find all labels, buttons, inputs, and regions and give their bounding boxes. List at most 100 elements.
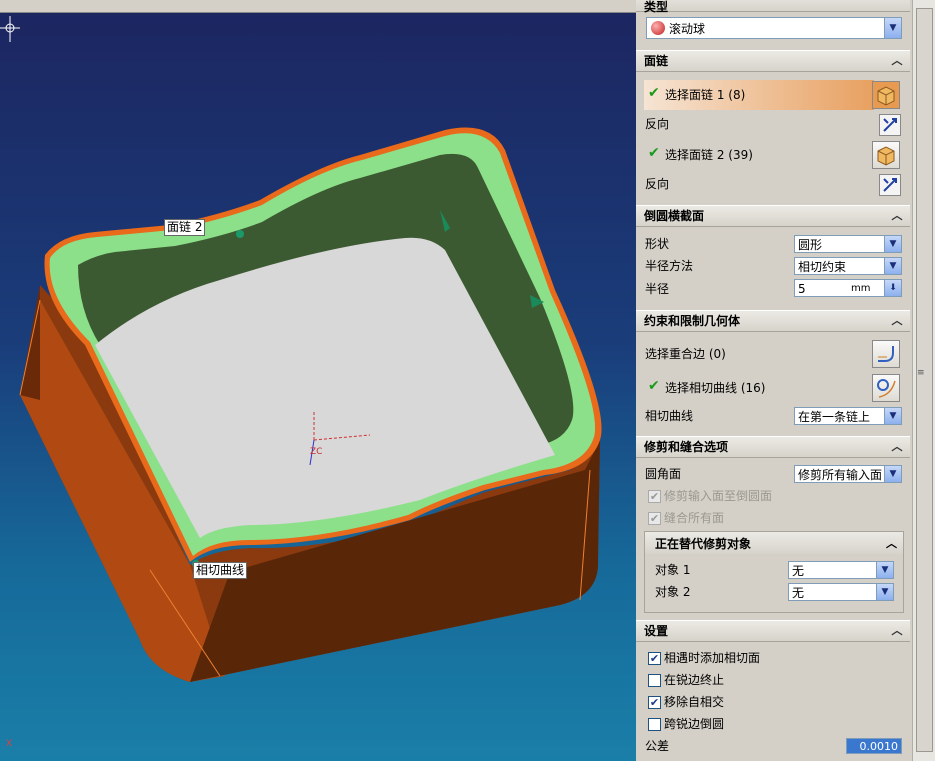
- callout-face-chain-2: 面链 2: [164, 219, 206, 236]
- reverse-1-label: 反向: [645, 117, 670, 131]
- stop-sharp-label: 在锐边终止: [664, 673, 725, 687]
- shape-combo[interactable]: 圆形 ▼: [794, 235, 902, 253]
- section-settings[interactable]: 设置 ︿: [636, 620, 910, 642]
- fillet-face-value: 修剪所有输入面: [798, 468, 883, 482]
- radius-method-value: 相切约束: [798, 260, 847, 274]
- section-type[interactable]: 类型: [636, 0, 910, 14]
- override-trim-group: 正在替代修剪对象 ︿ 对象 1 无 ▼ 对象 2 无 ▼: [644, 531, 904, 613]
- section-constraints-title: 约束和限制几何体: [644, 314, 741, 328]
- model-render[interactable]: ZC X: [0, 0, 636, 761]
- object-1-value: 无: [792, 564, 805, 578]
- tangent-curve-label: 相切曲线: [645, 409, 694, 423]
- callout-tangent-curve: 相切曲线: [193, 562, 248, 579]
- reverse-2-label: 反向: [645, 177, 670, 191]
- panel-scrollbar[interactable]: ≡: [912, 0, 935, 761]
- face-select-button-1[interactable]: [872, 81, 900, 109]
- rolling-ball-icon: [651, 21, 665, 35]
- orientation-cross: [0, 16, 20, 42]
- section-face-chain[interactable]: 面链 ︿: [636, 50, 910, 72]
- tangent-curve-combo[interactable]: 在第一条链上 ▼: [794, 407, 902, 425]
- collapse-icon[interactable]: ︿: [888, 313, 906, 329]
- tolerance-label: 公差: [645, 739, 670, 753]
- reverse-direction-button-1[interactable]: [879, 114, 901, 136]
- type-value: 滚动球: [669, 22, 706, 36]
- collapse-icon[interactable]: ︿: [886, 535, 897, 551]
- chevron-down-icon[interactable]: ▼: [876, 584, 893, 600]
- remove-self-intersect-label: 移除自相交: [664, 695, 725, 709]
- chevron-down-icon[interactable]: ▼: [884, 236, 901, 252]
- arrow-down-icon[interactable]: ⬇: [884, 280, 901, 296]
- collapse-icon[interactable]: ︿: [888, 439, 906, 455]
- remove-self-intersect-checkbox[interactable]: ✔: [648, 696, 661, 709]
- chevron-down-icon[interactable]: ▼: [876, 562, 893, 578]
- stitch-all-label: 缝合所有面: [664, 511, 725, 525]
- chevron-down-icon[interactable]: ▼: [884, 258, 901, 274]
- add-tangent-checkbox[interactable]: ✔: [648, 652, 661, 665]
- object-1-label: 对象 1: [655, 563, 691, 577]
- section-settings-title: 设置: [644, 624, 669, 638]
- type-combo[interactable]: 滚动球 ▼: [646, 17, 902, 39]
- tangent-curve-button[interactable]: [872, 374, 900, 402]
- reverse-direction-icon: [883, 118, 897, 132]
- section-face-chain-title: 面链: [644, 54, 669, 68]
- reverse-direction-button-2[interactable]: [879, 174, 901, 196]
- cube-icon: [877, 146, 895, 166]
- radius-method-combo[interactable]: 相切约束 ▼: [794, 257, 902, 275]
- cube-icon: [877, 86, 895, 106]
- checkmark-icon: ✔: [648, 145, 660, 161]
- override-trim-title: 正在替代修剪对象: [655, 537, 752, 551]
- chevron-down-icon[interactable]: ▼: [884, 18, 901, 38]
- scrollbar-thumb[interactable]: [916, 8, 933, 752]
- across-sharp-label: 跨锐边倒圆: [664, 717, 725, 731]
- section-cross-section-title: 倒圆横截面: [644, 209, 705, 223]
- trim-input-checkbox[interactable]: ✔: [648, 490, 661, 503]
- select-chain-1-highlight[interactable]: ✔ 选择面链 1 (8): [644, 80, 874, 110]
- x-axis-mark: X: [6, 739, 12, 749]
- override-trim-header[interactable]: 正在替代修剪对象 ︿: [645, 532, 903, 554]
- radius-value: 5: [798, 282, 806, 296]
- tolerance-input[interactable]: 0.0010: [846, 738, 902, 754]
- checkmark-icon: ✔: [648, 85, 660, 101]
- collapse-icon[interactable]: ︿: [888, 53, 906, 69]
- coincident-edge-label[interactable]: 选择重合边 (0): [645, 346, 726, 362]
- chain-marker: [236, 230, 244, 238]
- section-type-title: 类型: [644, 0, 669, 14]
- radius-unit: mm: [851, 283, 871, 294]
- trim-input-label: 修剪输入面至倒圆面: [664, 489, 773, 503]
- section-cross-section[interactable]: 倒圆横截面 ︿: [636, 205, 910, 227]
- edge-select-icon: [878, 346, 894, 362]
- section-trim-stitch[interactable]: 修剪和缝合选项 ︿: [636, 436, 910, 458]
- shape-label: 形状: [645, 237, 670, 251]
- tangent-curve-value: 在第一条链上: [798, 410, 871, 424]
- stitch-all-checkbox[interactable]: ✔: [648, 512, 661, 525]
- stop-sharp-checkbox[interactable]: [648, 674, 661, 687]
- fillet-face-label: 圆角面: [645, 467, 682, 481]
- checkmark-icon: ✔: [648, 378, 660, 394]
- tangent-curve-select-label[interactable]: 选择相切曲线 (16): [665, 380, 765, 396]
- radius-label: 半径: [645, 282, 670, 296]
- chevron-down-icon[interactable]: ▼: [884, 466, 901, 482]
- collapse-icon[interactable]: ︿: [888, 623, 906, 639]
- graphics-viewport[interactable]: ZC X 面链 2 相切曲线: [0, 0, 636, 761]
- coincident-edge-button[interactable]: [872, 340, 900, 368]
- zc-label: ZC: [310, 447, 322, 457]
- section-constraints[interactable]: 约束和限制几何体 ︿: [636, 310, 910, 332]
- select-chain-1-label: 选择面链 1 (8): [665, 88, 746, 102]
- radius-method-label: 半径方法: [645, 259, 694, 273]
- fillet-face-combo[interactable]: 修剪所有输入面 ▼: [794, 465, 902, 483]
- chevron-down-icon[interactable]: ▼: [884, 408, 901, 424]
- section-trim-title: 修剪和缝合选项: [644, 440, 729, 454]
- object-2-combo[interactable]: 无 ▼: [788, 583, 894, 601]
- collapse-icon[interactable]: ︿: [888, 208, 906, 224]
- rounding-dialog: 类型 滚动球 ▼ 面链 ︿ ✔ 选择面链 1 (8) 反向 ✔ 选择面链 2 (…: [636, 0, 912, 761]
- grip-icon: ≡: [917, 368, 925, 378]
- select-chain-2-label[interactable]: 选择面链 2 (39): [665, 147, 753, 163]
- object-1-combo[interactable]: 无 ▼: [788, 561, 894, 579]
- radius-input[interactable]: 5 mm ⬇: [794, 279, 902, 297]
- object-2-label: 对象 2: [655, 585, 691, 599]
- shape-value: 圆形: [798, 238, 823, 252]
- face-select-button-2[interactable]: [872, 141, 900, 169]
- reverse-direction-icon: [883, 178, 897, 192]
- add-tangent-label: 相遇时添加相切面: [664, 651, 761, 665]
- across-sharp-checkbox[interactable]: [648, 718, 661, 731]
